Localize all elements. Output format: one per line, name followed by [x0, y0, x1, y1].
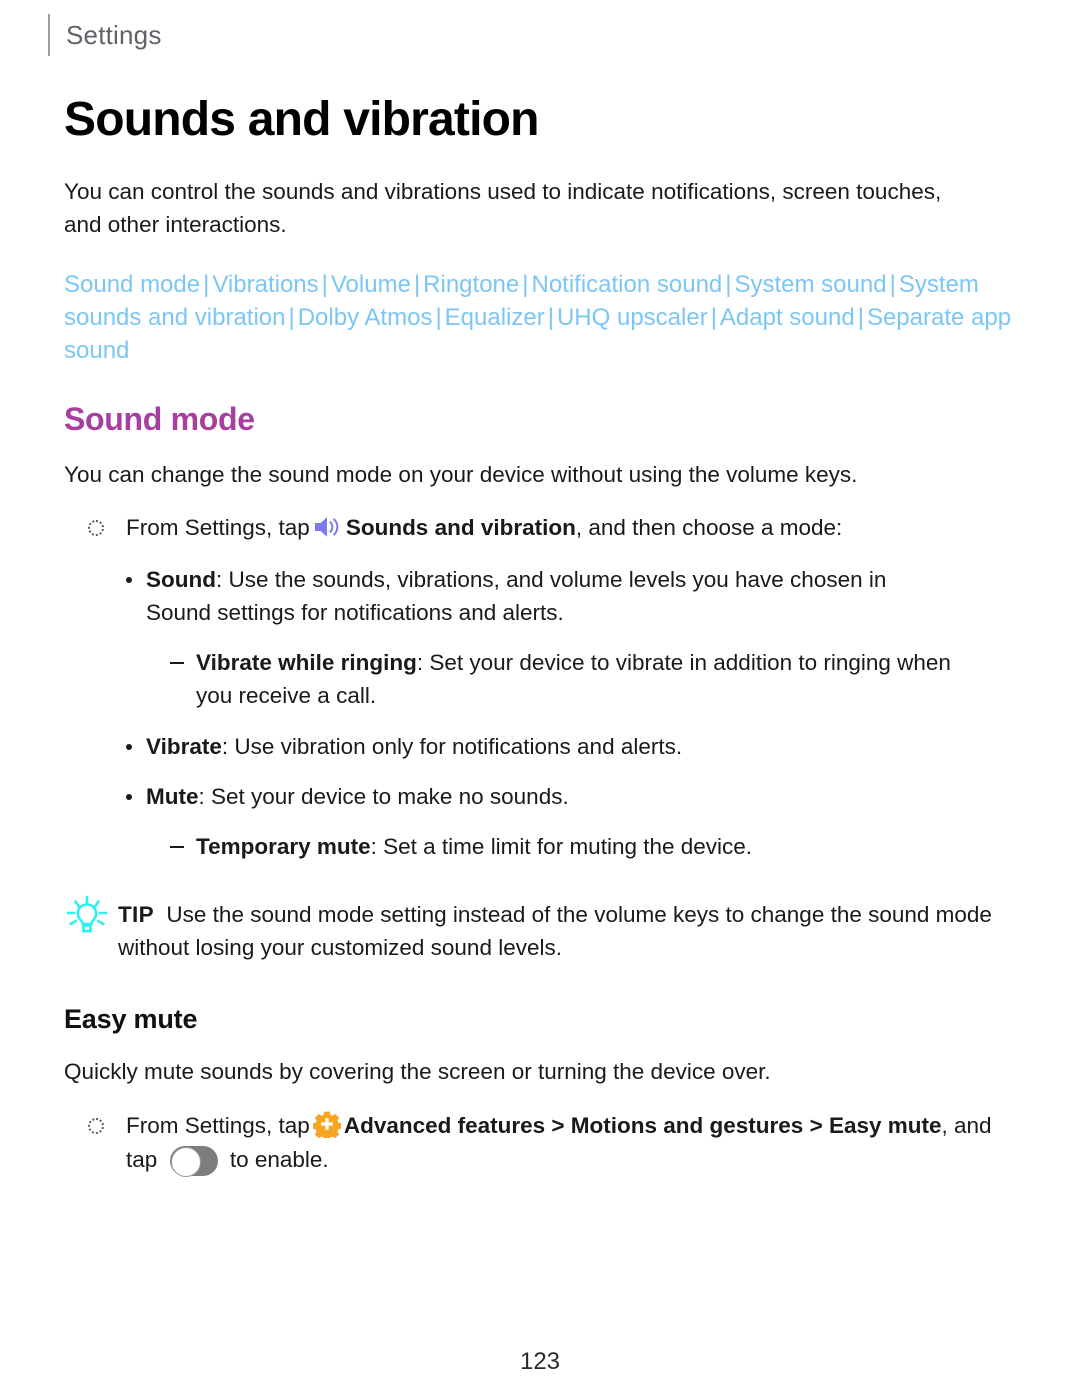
link-system-sound[interactable]: System sound — [735, 271, 887, 298]
step-bullet-icon — [88, 520, 104, 537]
link-equalizer[interactable]: Equalizer — [445, 304, 545, 331]
link-separator: | — [288, 303, 295, 331]
list-item-description: : Set your device to make no sounds. — [198, 784, 569, 810]
gear-icon — [312, 1110, 341, 1138]
page-number: 123 — [519, 1348, 561, 1375]
list-item-description: : Use vibration only for notifications a… — [221, 733, 683, 759]
step-bold-path: Advanced features > Motions and gestures… — [343, 1112, 942, 1138]
step-prefix-text: From Settings, tap — [126, 515, 310, 541]
link-separator: | — [725, 270, 732, 298]
list-item-text: Vibrate while ringing: Set your device t… — [196, 646, 1016, 713]
speaker-icon — [313, 514, 343, 540]
intro-paragraph: You can control the sounds and vibration… — [64, 179, 942, 238]
list-item-text: Mute: Set your device to make no sounds. — [146, 780, 1016, 813]
sound-mode-intro: You can change the sound mode on your de… — [64, 462, 858, 488]
step-bullet-icon — [88, 1117, 104, 1134]
section-heading-easy-mute: Easy mute — [64, 1004, 198, 1035]
step-text: From Settings, tap Advanced features > Mo… — [126, 1109, 1016, 1177]
list-item-term: Vibrate — [146, 733, 222, 759]
step-easy-mute: From Settings, tap Advanced features > Mo… — [64, 1089, 1016, 1177]
list-item-term: Sound — [146, 566, 216, 592]
list-item-vibrate: Vibrate: Use vibration only for notifica… — [64, 713, 1016, 763]
dash-marker-icon — [170, 662, 184, 665]
link-uhq-upscaler[interactable]: UHQ upscaler — [557, 304, 708, 331]
list-item-sound: Sound: Use the sounds, vibrations, and v… — [64, 546, 1016, 630]
step-bold-target: Sounds and vibration — [345, 515, 576, 541]
link-dolby-atmos[interactable]: Dolby Atmos — [298, 304, 433, 331]
tip-label: TIP — [118, 901, 154, 927]
dash-marker-icon — [170, 846, 184, 849]
link-separator: | — [547, 303, 554, 331]
link-separator: | — [522, 270, 529, 298]
tip-body: Use the sound mode setting instead of th… — [118, 901, 992, 960]
list-item-term: Mute — [146, 784, 199, 810]
bullet-dot-icon — [126, 743, 132, 750]
bullet-dot-icon — [126, 794, 132, 801]
link-separator: | — [321, 270, 328, 298]
link-separator: | — [435, 303, 442, 331]
lightbulb-icon — [64, 894, 110, 940]
easy-mute-intro: Quickly mute sounds by covering the scre… — [64, 1059, 771, 1085]
list-item-description: : Use the sounds, vibrations, and volume… — [146, 566, 887, 625]
toggle-switch-off[interactable] — [169, 1145, 218, 1177]
link-vibrations[interactable]: Vibrations — [212, 271, 318, 298]
link-adapt-sound[interactable]: Adapt sound — [720, 304, 855, 331]
list-item-text: Vibrate: Use vibration only for notifica… — [146, 730, 1016, 763]
step-suffix-text: , and then choose a mode: — [575, 515, 843, 541]
link-separator: | — [710, 303, 717, 331]
link-separator: | — [889, 270, 896, 298]
list-item-temporary-mute: Temporary mute: Set a time limit for mut… — [64, 813, 1016, 863]
bullet-dot-icon — [126, 576, 132, 583]
link-volume[interactable]: Volume — [331, 271, 411, 298]
section-heading-sound-mode: Sound mode — [64, 401, 255, 438]
link-sound-mode[interactable]: Sound mode — [64, 271, 200, 298]
link-separator: | — [857, 303, 864, 331]
list-item-vibrate-while-ringing: Vibrate while ringing: Set your device t… — [64, 629, 1016, 713]
list-item-description: : Set a time limit for muting the device… — [370, 834, 753, 860]
document-page: Sounds and vibration You can control the… — [0, 0, 1080, 1177]
step-tail-text: to enable. — [229, 1146, 329, 1172]
list-item-text: Sound: Use the sounds, vibrations, and v… — [146, 563, 1016, 630]
tip-text: TIP Use the sound mode setting instead o… — [118, 898, 1016, 965]
link-ringtone[interactable]: Ringtone — [423, 271, 519, 298]
list-item-mute: Mute: Set your device to make no sounds. — [64, 763, 1016, 813]
section-link-bar: Sound mode | Vibrations | Volume | Ringtone | No… — [64, 242, 1014, 367]
tip-callout: TIP Use the sound mode setting instead o… — [64, 864, 1016, 965]
page-title: Sounds and vibration — [64, 93, 540, 146]
link-separator: | — [413, 270, 421, 298]
list-item-term: Vibrate while ringing — [196, 650, 417, 676]
step-prefix-text: From Settings, tap — [126, 1112, 310, 1138]
link-notification-sound[interactable]: Notification sound — [531, 271, 722, 298]
link-separator: | — [203, 270, 210, 298]
list-item-text: Temporary mute: Set a time limit for mut… — [196, 830, 1016, 863]
list-item-term: Temporary mute — [196, 834, 371, 860]
step-sounds-and-vibration: From Settings, tap Sounds and vibration, … — [64, 491, 1016, 545]
step-text: From Settings, tap Sounds and vibration, … — [126, 511, 1016, 545]
